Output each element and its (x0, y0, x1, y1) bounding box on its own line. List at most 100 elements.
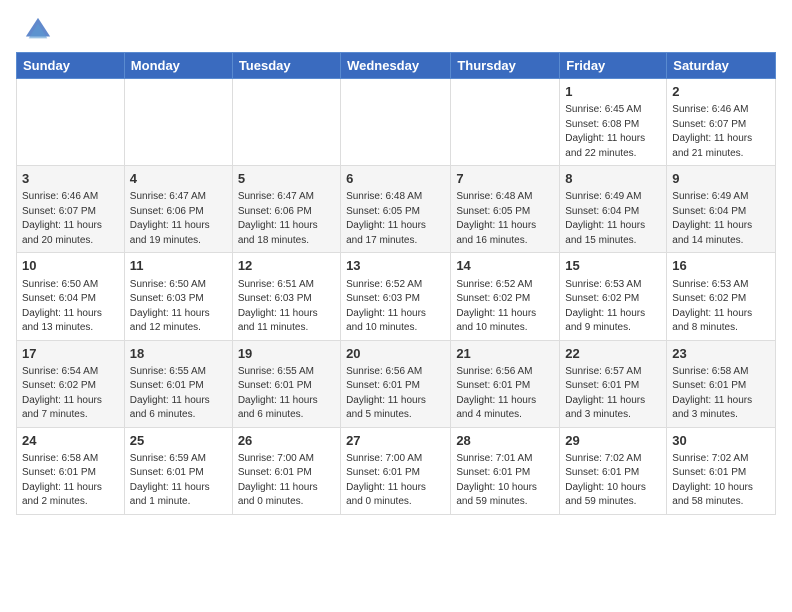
calendar-cell: 8Sunrise: 6:49 AM Sunset: 6:04 PM Daylig… (560, 166, 667, 253)
day-info: Sunrise: 6:53 AM Sunset: 6:02 PM Dayligh… (565, 279, 645, 334)
calendar-header-row: SundayMondayTuesdayWednesdayThursdayFrid… (17, 53, 776, 79)
day-number: 17 (22, 345, 119, 363)
logo-icon (24, 16, 52, 44)
day-info: Sunrise: 6:55 AM Sunset: 6:01 PM Dayligh… (238, 366, 318, 421)
calendar-cell: 3 Sunrise: 6:46 AM Sunset: 6:07 PM Daylig… (17, 166, 125, 253)
calendar-cell: 17Sunrise: 6:54 AM Sunset: 6:02 PM Dayli… (17, 340, 125, 427)
day-header-monday: Monday (124, 53, 232, 79)
day-number: 5 (238, 170, 335, 188)
calendar-cell: 25 Sunrise: 6:59 AM Sunset: 6:01 PM Dayli… (124, 427, 232, 514)
day-number: 25 (130, 432, 227, 450)
day-number: 1 (565, 83, 661, 101)
calendar-table: SundayMondayTuesdayWednesdayThursdayFrid… (16, 52, 776, 515)
day-number: 7 (456, 170, 554, 188)
day-info: Sunrise: 6:50 AM Sunset: 6:04 PM Dayligh… (22, 279, 102, 334)
day-number: 2 (672, 83, 770, 101)
day-number: 16 (672, 257, 770, 275)
calendar-cell: 11 Sunrise: 6:50 AM Sunset: 6:03 PM Dayli… (124, 253, 232, 340)
calendar-cell: 29Sunrise: 7:02 AM Sunset: 6:01 PM Dayli… (560, 427, 667, 514)
day-header-tuesday: Tuesday (232, 53, 340, 79)
week-row-1: 3 Sunrise: 6:46 AM Sunset: 6:07 PM Daylig… (17, 166, 776, 253)
day-info: Sunrise: 6:55 AM Sunset: 6:01 PM Dayligh… (130, 366, 210, 421)
day-header-sunday: Sunday (17, 53, 125, 79)
day-info: Sunrise: 7:00 AM Sunset: 6:01 PM Dayligh… (346, 453, 426, 508)
calendar-cell (232, 79, 340, 166)
week-row-4: 24Sunrise: 6:58 AM Sunset: 6:01 PM Dayli… (17, 427, 776, 514)
calendar-cell: 30 Sunrise: 7:02 AM Sunset: 6:01 PM Dayli… (667, 427, 776, 514)
day-info: Sunrise: 7:02 AM Sunset: 6:01 PM Dayligh… (565, 453, 646, 508)
calendar-cell: 19 Sunrise: 6:55 AM Sunset: 6:01 PM Dayli… (232, 340, 340, 427)
logo (20, 16, 52, 44)
day-info: Sunrise: 7:01 AM Sunset: 6:01 PM Dayligh… (456, 453, 537, 508)
calendar-cell: 24Sunrise: 6:58 AM Sunset: 6:01 PM Dayli… (17, 427, 125, 514)
day-info: Sunrise: 6:49 AM Sunset: 6:04 PM Dayligh… (672, 191, 752, 246)
calendar-cell: 5 Sunrise: 6:47 AM Sunset: 6:06 PM Daylig… (232, 166, 340, 253)
day-info: Sunrise: 6:57 AM Sunset: 6:01 PM Dayligh… (565, 366, 645, 421)
day-number: 18 (130, 345, 227, 363)
day-info: Sunrise: 6:59 AM Sunset: 6:01 PM Dayligh… (130, 453, 210, 508)
day-number: 3 (22, 170, 119, 188)
day-info: Sunrise: 6:51 AM Sunset: 6:03 PM Dayligh… (238, 279, 318, 334)
day-number: 24 (22, 432, 119, 450)
week-row-3: 17Sunrise: 6:54 AM Sunset: 6:02 PM Dayli… (17, 340, 776, 427)
day-header-saturday: Saturday (667, 53, 776, 79)
calendar-cell (124, 79, 232, 166)
calendar-cell: 23 Sunrise: 6:58 AM Sunset: 6:01 PM Dayli… (667, 340, 776, 427)
day-header-wednesday: Wednesday (341, 53, 451, 79)
week-row-0: 1 Sunrise: 6:45 AM Sunset: 6:08 PM Daylig… (17, 79, 776, 166)
calendar-cell: 16Sunrise: 6:53 AM Sunset: 6:02 PM Dayli… (667, 253, 776, 340)
day-number: 14 (456, 257, 554, 275)
day-info: Sunrise: 7:00 AM Sunset: 6:01 PM Dayligh… (238, 453, 318, 508)
calendar-cell: 20Sunrise: 6:56 AM Sunset: 6:01 PM Dayli… (341, 340, 451, 427)
calendar-cell (17, 79, 125, 166)
calendar-cell: 10 Sunrise: 6:50 AM Sunset: 6:04 PM Dayli… (17, 253, 125, 340)
day-number: 22 (565, 345, 661, 363)
calendar-cell: 18 Sunrise: 6:55 AM Sunset: 6:01 PM Dayli… (124, 340, 232, 427)
page-header (0, 0, 792, 52)
calendar-cell: 9Sunrise: 6:49 AM Sunset: 6:04 PM Daylig… (667, 166, 776, 253)
calendar-cell: 2 Sunrise: 6:46 AM Sunset: 6:07 PM Daylig… (667, 79, 776, 166)
day-number: 30 (672, 432, 770, 450)
day-header-thursday: Thursday (451, 53, 560, 79)
day-number: 10 (22, 257, 119, 275)
day-header-friday: Friday (560, 53, 667, 79)
day-number: 28 (456, 432, 554, 450)
day-number: 19 (238, 345, 335, 363)
day-number: 23 (672, 345, 770, 363)
day-info: Sunrise: 6:56 AM Sunset: 6:01 PM Dayligh… (456, 366, 536, 421)
calendar-cell: 22 Sunrise: 6:57 AM Sunset: 6:01 PM Dayli… (560, 340, 667, 427)
calendar-cell: 4Sunrise: 6:47 AM Sunset: 6:06 PM Daylig… (124, 166, 232, 253)
calendar-cell: 21Sunrise: 6:56 AM Sunset: 6:01 PM Dayli… (451, 340, 560, 427)
day-number: 26 (238, 432, 335, 450)
calendar-cell (451, 79, 560, 166)
day-number: 11 (130, 257, 227, 275)
calendar-cell: 28 Sunrise: 7:01 AM Sunset: 6:01 PM Dayli… (451, 427, 560, 514)
day-info: Sunrise: 6:58 AM Sunset: 6:01 PM Dayligh… (672, 366, 752, 421)
day-info: Sunrise: 7:02 AM Sunset: 6:01 PM Dayligh… (672, 453, 753, 508)
calendar-cell: 27 Sunrise: 7:00 AM Sunset: 6:01 PM Dayli… (341, 427, 451, 514)
calendar-cell: 13 Sunrise: 6:52 AM Sunset: 6:03 PM Dayli… (341, 253, 451, 340)
calendar-cell: 14 Sunrise: 6:52 AM Sunset: 6:02 PM Dayli… (451, 253, 560, 340)
day-number: 15 (565, 257, 661, 275)
day-info: Sunrise: 6:45 AM Sunset: 6:08 PM Dayligh… (565, 104, 645, 159)
day-info: Sunrise: 6:52 AM Sunset: 6:03 PM Dayligh… (346, 279, 426, 334)
week-row-2: 10 Sunrise: 6:50 AM Sunset: 6:04 PM Dayli… (17, 253, 776, 340)
calendar-cell: 7Sunrise: 6:48 AM Sunset: 6:05 PM Daylig… (451, 166, 560, 253)
calendar-cell: 15 Sunrise: 6:53 AM Sunset: 6:02 PM Dayli… (560, 253, 667, 340)
day-number: 12 (238, 257, 335, 275)
day-info: Sunrise: 6:52 AM Sunset: 6:02 PM Dayligh… (456, 279, 536, 334)
day-info: Sunrise: 6:48 AM Sunset: 6:05 PM Dayligh… (346, 191, 426, 246)
day-number: 27 (346, 432, 445, 450)
calendar-cell (341, 79, 451, 166)
day-info: Sunrise: 6:46 AM Sunset: 6:07 PM Dayligh… (672, 104, 752, 159)
calendar-cell: 6 Sunrise: 6:48 AM Sunset: 6:05 PM Daylig… (341, 166, 451, 253)
day-info: Sunrise: 6:46 AM Sunset: 6:07 PM Dayligh… (22, 191, 102, 246)
day-info: Sunrise: 6:47 AM Sunset: 6:06 PM Dayligh… (130, 191, 210, 246)
day-number: 6 (346, 170, 445, 188)
day-info: Sunrise: 6:47 AM Sunset: 6:06 PM Dayligh… (238, 191, 318, 246)
day-info: Sunrise: 6:56 AM Sunset: 6:01 PM Dayligh… (346, 366, 426, 421)
day-number: 13 (346, 257, 445, 275)
calendar-wrapper: SundayMondayTuesdayWednesdayThursdayFrid… (0, 52, 792, 515)
day-info: Sunrise: 6:50 AM Sunset: 6:03 PM Dayligh… (130, 279, 210, 334)
calendar-cell: 1 Sunrise: 6:45 AM Sunset: 6:08 PM Daylig… (560, 79, 667, 166)
